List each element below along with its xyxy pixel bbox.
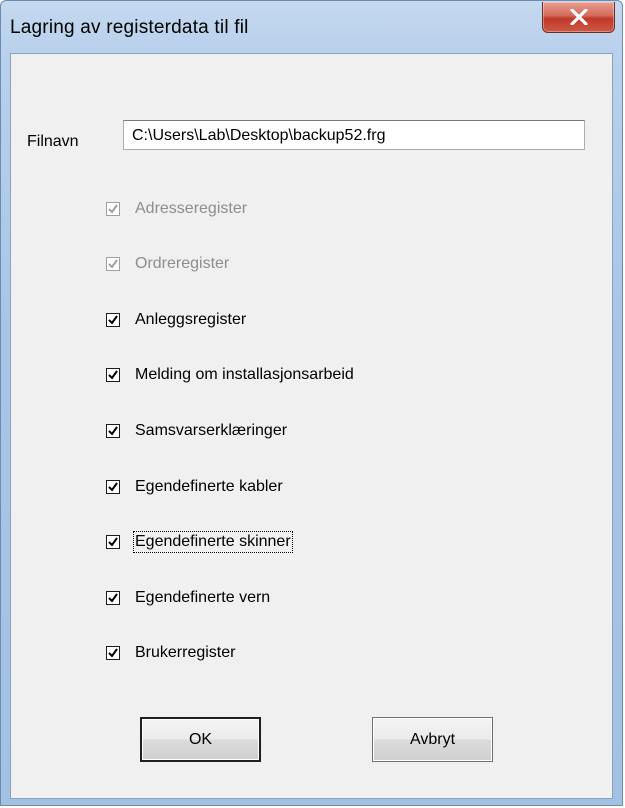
- close-button[interactable]: [542, 2, 615, 33]
- checkmark-icon: [108, 259, 118, 269]
- filename-label: Filnavn: [27, 133, 79, 150]
- checkbox-label: Melding om installasjonsarbeid: [135, 366, 354, 383]
- checkbox-label: Adresseregister: [135, 200, 248, 217]
- checkbox-label: Egendefinerte kabler: [135, 478, 283, 495]
- checkbox-ordreregister: Ordreregister: [106, 253, 229, 275]
- checkbox-egendefinerte-vern[interactable]: Egendefinerte vern: [106, 587, 270, 609]
- checkbox-label: Egendefinerte skinner: [133, 531, 293, 553]
- checkbox-box[interactable]: [106, 480, 120, 494]
- window-title: Lagring av registerdata til fil: [10, 17, 249, 38]
- checkmark-icon: [108, 370, 118, 380]
- checkmark-icon: [108, 648, 118, 658]
- checkmark-icon: [108, 426, 118, 436]
- checkbox-box[interactable]: [106, 535, 120, 549]
- checkbox-label: Samsvarserklæringer: [135, 422, 288, 439]
- checkbox-box[interactable]: [106, 591, 120, 605]
- checkbox-label: Egendefinerte vern: [135, 589, 271, 606]
- checkbox-box: [106, 257, 120, 271]
- checkbox-brukerregister[interactable]: Brukerregister: [106, 642, 235, 664]
- checkmark-icon: [108, 537, 118, 547]
- checkmark-icon: [108, 204, 118, 214]
- checkbox-box[interactable]: [106, 424, 120, 438]
- checkmark-icon: [108, 315, 118, 325]
- checkbox-label: Brukerregister: [135, 644, 236, 661]
- checkbox-anleggsregister[interactable]: Anleggsregister: [106, 309, 246, 331]
- checkbox-box[interactable]: [106, 368, 120, 382]
- checkmark-icon: [108, 482, 118, 492]
- checkbox-melding-om-installasjonsarbeid[interactable]: Melding om installasjonsarbeid: [106, 364, 354, 386]
- checkbox-egendefinerte-kabler[interactable]: Egendefinerte kabler: [106, 476, 283, 498]
- filename-input[interactable]: [123, 120, 585, 150]
- title-bar[interactable]: Lagring av registerdata til fil: [1, 1, 622, 53]
- dialog-body: [10, 53, 613, 799]
- checkbox-adresseregister: Adresseregister: [106, 198, 247, 220]
- checkbox-label: Ordreregister: [135, 255, 230, 272]
- checkmark-icon: [108, 593, 118, 603]
- checkbox-box: [106, 202, 120, 216]
- ok-button[interactable]: OK: [140, 717, 261, 762]
- cancel-button[interactable]: Avbryt: [372, 717, 493, 762]
- checkbox-box[interactable]: [106, 313, 120, 327]
- checkbox-egendefinerte-skinner[interactable]: Egendefinerte skinner: [106, 531, 293, 553]
- close-icon: [570, 9, 588, 25]
- checkbox-label: Anleggsregister: [135, 311, 247, 328]
- checkbox-box[interactable]: [106, 646, 120, 660]
- checkbox-samsvarserklaeringer[interactable]: Samsvarserklæringer: [106, 420, 287, 442]
